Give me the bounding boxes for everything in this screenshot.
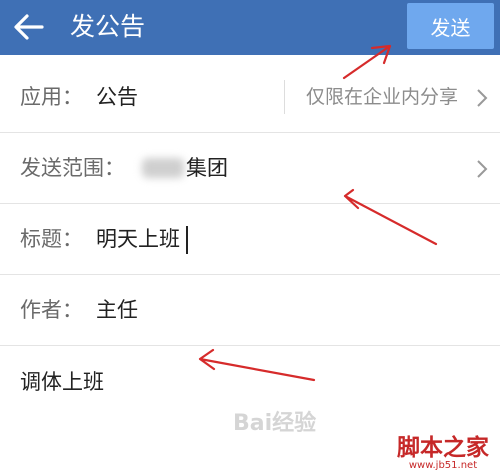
- title-label: 标题：: [20, 227, 83, 251]
- content-textarea[interactable]: 调体上班: [20, 352, 104, 412]
- annotation-arrow: [198, 348, 316, 382]
- text-cursor: [186, 226, 188, 254]
- author-row: 作者： 主任: [0, 275, 500, 346]
- app-label: 应用：: [20, 85, 83, 109]
- arrow-left-icon: [14, 14, 44, 40]
- divider: [284, 80, 285, 114]
- author-input[interactable]: 主任: [96, 275, 138, 345]
- chevron-right-icon: [477, 89, 488, 107]
- send-range-label: 发送范围：: [20, 156, 125, 180]
- send-button[interactable]: 发送: [407, 3, 494, 49]
- app-header: 发公告 发送: [0, 0, 500, 55]
- chevron-right-icon: [477, 160, 488, 178]
- app-row: 应用： 公告 仅限在企业内分享: [0, 62, 500, 133]
- site-logo-name: 脚本之家: [397, 435, 489, 461]
- site-logo: 脚本之家 www.jb51.net: [388, 436, 498, 474]
- title-input[interactable]: 明天上班: [96, 204, 180, 274]
- title-row: 标题： 明天上班: [0, 204, 500, 275]
- page-title: 发公告: [70, 12, 146, 41]
- site-logo-url: www.jb51.net: [408, 460, 478, 471]
- send-range-row[interactable]: 发送范围： 集团: [0, 133, 500, 204]
- back-button[interactable]: [12, 12, 46, 42]
- send-range-value: 集团: [186, 156, 228, 180]
- share-scope-text: 仅限在企业内分享: [306, 86, 459, 108]
- app-value: 公告: [96, 85, 138, 109]
- author-label: 作者：: [20, 298, 83, 322]
- blurred-org-name: [142, 158, 184, 178]
